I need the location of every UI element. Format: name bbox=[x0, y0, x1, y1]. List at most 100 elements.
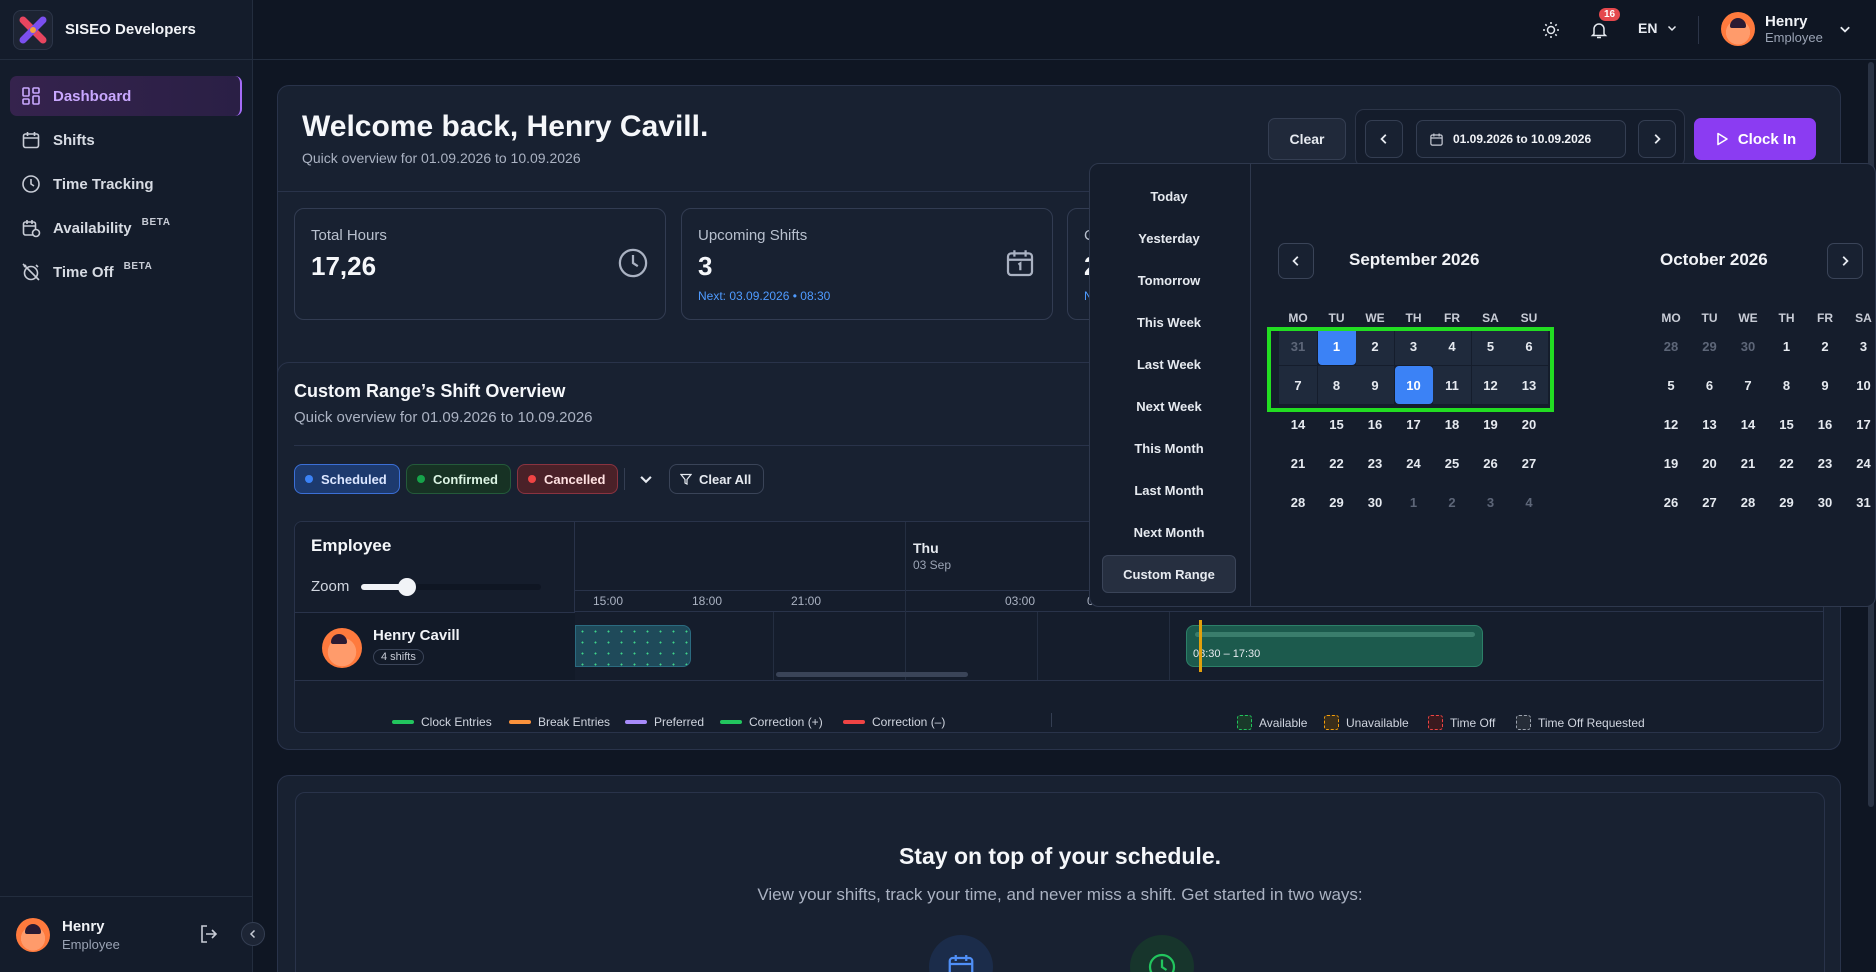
filter-chip-scheduled[interactable]: Scheduled bbox=[294, 464, 400, 494]
language-selector[interactable]: EN bbox=[1638, 20, 1677, 36]
calendar-day[interactable]: 7 bbox=[1729, 366, 1767, 404]
shift-block[interactable] bbox=[575, 625, 691, 667]
preset-this-week[interactable]: This Week bbox=[1102, 303, 1236, 341]
calendar-day[interactable]: 23 bbox=[1356, 444, 1394, 482]
calendar-day[interactable]: 2 bbox=[1806, 327, 1844, 365]
collapse-sidebar-button[interactable] bbox=[241, 922, 265, 946]
calendar-day[interactable]: 27 bbox=[1510, 444, 1548, 482]
sidebar-item-dashboard[interactable]: Dashboard bbox=[10, 76, 242, 116]
theme-toggle-sun-icon[interactable] bbox=[1539, 18, 1563, 42]
calendar-day[interactable]: 15 bbox=[1768, 405, 1806, 443]
clock-in-button[interactable]: Clock In bbox=[1694, 118, 1816, 160]
legend-item: Break Entries bbox=[509, 715, 610, 729]
preset-last-week[interactable]: Last Week bbox=[1102, 345, 1236, 383]
legend-item: Time Off bbox=[1428, 715, 1495, 730]
calendar-day[interactable]: 28 bbox=[1729, 483, 1767, 521]
status-dot bbox=[417, 475, 425, 483]
horizontal-scrollbar[interactable] bbox=[776, 672, 968, 677]
sidebar-item-time-off[interactable]: Time Off BETA bbox=[10, 252, 242, 292]
calendar-day[interactable]: 29 bbox=[1768, 483, 1806, 521]
calendar-day[interactable]: 16 bbox=[1806, 405, 1844, 443]
weekday-header: FR bbox=[1817, 311, 1833, 325]
calendar-day[interactable]: 9 bbox=[1806, 366, 1844, 404]
user-menu[interactable]: Henry Employee bbox=[1721, 12, 1851, 46]
preset-today[interactable]: Today bbox=[1102, 177, 1236, 215]
next-range-button[interactable] bbox=[1638, 120, 1676, 158]
notifications-bell-icon[interactable]: 16 bbox=[1587, 8, 1621, 42]
shift-block[interactable]: 08:30 – 17:30 bbox=[1186, 625, 1483, 667]
calendar-day[interactable]: 17 bbox=[1845, 405, 1876, 443]
calendar-icon bbox=[1430, 133, 1443, 146]
status-dot bbox=[305, 475, 313, 483]
calendar-day[interactable]: 1 bbox=[1768, 327, 1806, 365]
calendar-day[interactable]: 20 bbox=[1691, 444, 1729, 482]
calendar-day[interactable]: 28 bbox=[1279, 483, 1317, 521]
filter-chip-confirmed[interactable]: Confirmed bbox=[406, 464, 511, 494]
brand-logo bbox=[13, 9, 53, 50]
calendar-day[interactable]: 6 bbox=[1691, 366, 1729, 404]
calendar-day[interactable]: 14 bbox=[1729, 405, 1767, 443]
calendar-day[interactable]: 21 bbox=[1729, 444, 1767, 482]
preset-next-month[interactable]: Next Month bbox=[1102, 513, 1236, 551]
timeline-employee-column: Employee Zoom Henry Cavill 4 shifts bbox=[295, 522, 575, 680]
calendar-day[interactable]: 24 bbox=[1395, 444, 1433, 482]
preset-custom-range[interactable]: Custom Range bbox=[1102, 555, 1236, 593]
calendar-day[interactable]: 10 bbox=[1845, 366, 1876, 404]
calendar-day[interactable]: 29 bbox=[1691, 327, 1729, 365]
calendar-day[interactable]: 22 bbox=[1318, 444, 1356, 482]
logout-icon[interactable] bbox=[198, 923, 220, 950]
calendar-day[interactable]: 27 bbox=[1691, 483, 1729, 521]
calendar-day[interactable]: 3 bbox=[1845, 327, 1876, 365]
calendar-day[interactable]: 13 bbox=[1691, 405, 1729, 443]
preset-last-month[interactable]: Last Month bbox=[1102, 471, 1236, 509]
next-shift-link[interactable]: Next: 03.09.2026 • 08:30 bbox=[698, 289, 830, 303]
calendar-day[interactable]: 28 bbox=[1652, 327, 1690, 365]
brand[interactable]: SISEO Developers bbox=[0, 0, 252, 60]
calendar-day[interactable]: 19 bbox=[1652, 444, 1690, 482]
clear-button[interactable]: Clear bbox=[1268, 118, 1346, 160]
date-range-picker: Today Yesterday Tomorrow This Week Last … bbox=[1089, 163, 1876, 607]
calendar-day[interactable]: 22 bbox=[1768, 444, 1806, 482]
calendar-day[interactable]: 31 bbox=[1845, 483, 1876, 521]
cta-title: Stay on top of your schedule. bbox=[898, 843, 1222, 869]
calendar-day[interactable]: 23 bbox=[1806, 444, 1844, 482]
sidebar-item-availability[interactable]: Availability BETA bbox=[10, 208, 242, 248]
next-month-button[interactable] bbox=[1827, 243, 1863, 279]
calendar-day[interactable]: 4 bbox=[1510, 483, 1548, 521]
preset-yesterday[interactable]: Yesterday bbox=[1102, 219, 1236, 257]
preset-tomorrow[interactable]: Tomorrow bbox=[1102, 261, 1236, 299]
clear-all-filters-button[interactable]: Clear All bbox=[669, 464, 765, 494]
date-range-value: 01.09.2026 to 10.09.2026 bbox=[1453, 132, 1592, 146]
legend-label: Preferred bbox=[654, 715, 705, 729]
calendar-day[interactable]: 2 bbox=[1433, 483, 1471, 521]
calendar-day[interactable]: 24 bbox=[1845, 444, 1876, 482]
brand-name: SISEO Developers bbox=[65, 21, 196, 38]
calendar-day[interactable]: 30 bbox=[1806, 483, 1844, 521]
preset-next-week[interactable]: Next Week bbox=[1102, 387, 1236, 425]
calendar-day[interactable]: 26 bbox=[1472, 444, 1510, 482]
legend-label: Correction (–) bbox=[872, 715, 946, 729]
calendar-day[interactable]: 21 bbox=[1279, 444, 1317, 482]
calendar-day[interactable]: 3 bbox=[1472, 483, 1510, 521]
preset-this-month[interactable]: This Month bbox=[1102, 429, 1236, 467]
section-title: Custom Range’s Shift Overview bbox=[294, 381, 566, 401]
date-range-input[interactable]: 01.09.2026 to 10.09.2026 bbox=[1416, 120, 1626, 158]
calendar-day[interactable]: 26 bbox=[1652, 483, 1690, 521]
calendar-day[interactable]: 29 bbox=[1318, 483, 1356, 521]
calendar-day[interactable]: 5 bbox=[1652, 366, 1690, 404]
expand-filters-chevron-icon[interactable] bbox=[639, 472, 653, 491]
zoom-slider[interactable] bbox=[361, 578, 541, 596]
sidebar-item-time-tracking[interactable]: Time Tracking bbox=[10, 164, 242, 204]
sidebar-item-shifts[interactable]: Shifts bbox=[10, 120, 242, 160]
calendar-day[interactable]: 30 bbox=[1729, 327, 1767, 365]
filter-chip-cancelled[interactable]: Cancelled bbox=[517, 464, 619, 494]
calendar-day[interactable]: 30 bbox=[1356, 483, 1394, 521]
calendar-day[interactable]: 25 bbox=[1433, 444, 1471, 482]
calendar-day[interactable]: 1 bbox=[1395, 483, 1433, 521]
calendar-day[interactable]: 12 bbox=[1652, 405, 1690, 443]
zoom-slider-thumb[interactable] bbox=[398, 578, 416, 596]
previous-range-button[interactable] bbox=[1365, 120, 1403, 158]
legend-label: Time Off Requested bbox=[1538, 715, 1645, 730]
previous-month-button[interactable] bbox=[1278, 243, 1314, 279]
calendar-day[interactable]: 8 bbox=[1768, 366, 1806, 404]
